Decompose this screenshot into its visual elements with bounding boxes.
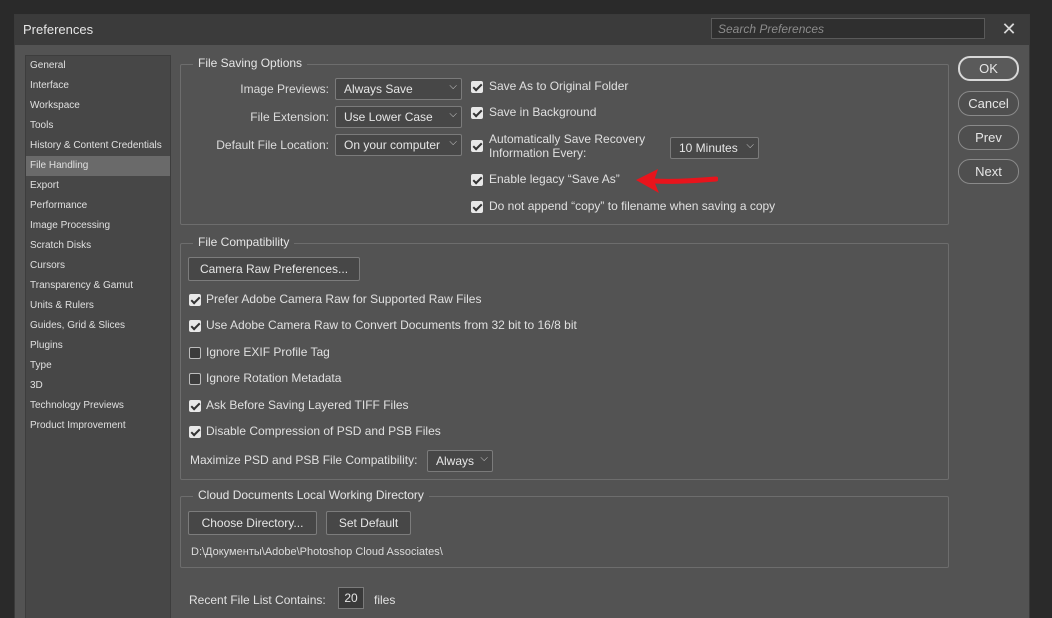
save-background-label: Save in Background	[489, 105, 597, 119]
sidebar-item-tools[interactable]: Tools	[26, 116, 170, 136]
preferences-dialog: Preferences Search Preferences ✕ General…	[14, 14, 1030, 618]
chevron-down-icon: ⌵	[449, 109, 457, 120]
default-location-value: On your computer	[344, 138, 441, 152]
cloud-directory-path: D:\Документы\Adobe\Photoshop Cloud Assoc…	[191, 546, 443, 558]
ask-tiff-label: Ask Before Saving Layered TIFF Files	[206, 398, 409, 412]
choose-directory-button[interactable]: Choose Directory...	[188, 511, 317, 535]
sidebar-item-product-improvement[interactable]: Product Improvement	[26, 416, 170, 436]
sidebar-item-image-processing[interactable]: Image Processing	[26, 216, 170, 236]
camera-raw-preferences-button[interactable]: Camera Raw Preferences...	[188, 257, 360, 281]
file-extension-value: Use Lower Case	[344, 110, 433, 124]
sidebar-item-guides[interactable]: Guides, Grid & Slices	[26, 316, 170, 336]
recent-file-list-label: Recent File List Contains:	[189, 593, 326, 607]
close-icon[interactable]: ✕	[997, 18, 1021, 40]
sidebar-item-technology-previews[interactable]: Technology Previews	[26, 396, 170, 416]
recent-file-count-input[interactable]: 20	[338, 587, 364, 609]
sidebar-item-plugins[interactable]: Plugins	[26, 336, 170, 356]
no-copy-append-label: Do not append “copy” to filename when sa…	[489, 199, 776, 213]
save-original-folder-checkbox[interactable]	[471, 81, 483, 93]
ignore-exif-checkbox[interactable]	[189, 347, 201, 359]
sidebar-item-scratch-disks[interactable]: Scratch Disks	[26, 236, 170, 256]
cancel-button[interactable]: Cancel	[958, 91, 1019, 116]
chevron-down-icon: ⌵	[746, 140, 754, 151]
auto-save-line1: Automatically Save Recovery	[489, 132, 646, 146]
cloud-documents-title: Cloud Documents Local Working Directory	[193, 488, 429, 502]
auto-save-interval-value: 10 Minutes	[679, 141, 738, 155]
annotation-arrow-icon	[636, 169, 718, 193]
sidebar-item-export[interactable]: Export	[26, 176, 170, 196]
title-bar: Preferences Search Preferences ✕	[15, 15, 1029, 45]
sidebar-item-file-handling[interactable]: File Handling	[26, 156, 170, 176]
sidebar-item-general[interactable]: General	[26, 56, 170, 76]
no-copy-append-checkbox[interactable]	[471, 201, 483, 213]
dialog-title: Preferences	[23, 22, 94, 37]
preferences-sidebar: General Interface Workspace Tools Histor…	[25, 55, 171, 618]
sidebar-item-type[interactable]: Type	[26, 356, 170, 376]
prefer-acr-checkbox[interactable]	[189, 294, 201, 306]
save-original-folder-label: Save As to Original Folder	[489, 79, 629, 93]
recent-file-unit-label: files	[374, 593, 396, 607]
search-preferences-input[interactable]: Search Preferences	[711, 18, 985, 39]
save-background-checkbox[interactable]	[471, 107, 483, 119]
auto-save-line2: Information Every:	[489, 146, 587, 160]
prefer-acr-label: Prefer Adobe Camera Raw for Supported Ra…	[206, 292, 482, 306]
use-acr-convert-label: Use Adobe Camera Raw to Convert Document…	[206, 318, 577, 332]
ignore-rotation-label: Ignore Rotation Metadata	[206, 371, 342, 385]
sidebar-item-cursors[interactable]: Cursors	[26, 256, 170, 276]
file-extension-select[interactable]: Use Lower Case ⌵	[335, 106, 462, 128]
prev-button[interactable]: Prev	[958, 125, 1019, 150]
sidebar-item-interface[interactable]: Interface	[26, 76, 170, 96]
ignore-rotation-checkbox[interactable]	[189, 373, 201, 385]
ok-button[interactable]: OK	[958, 56, 1019, 81]
chevron-down-icon: ⌵	[449, 81, 457, 92]
maximize-compat-select[interactable]: Always ⌵	[427, 450, 493, 472]
disable-compression-checkbox[interactable]	[189, 426, 201, 438]
file-saving-options-title: File Saving Options	[193, 56, 308, 70]
file-compatibility-title: File Compatibility	[193, 235, 295, 249]
default-location-label: Default File Location:	[216, 138, 329, 152]
sidebar-item-units[interactable]: Units & Rulers	[26, 296, 170, 316]
maximize-compat-value: Always	[436, 454, 475, 468]
ask-tiff-checkbox[interactable]	[189, 400, 201, 412]
file-extension-label: File Extension:	[250, 110, 329, 124]
auto-save-recovery-checkbox[interactable]	[471, 140, 483, 152]
image-previews-value: Always Save	[344, 82, 413, 96]
chevron-down-icon: ⌵	[480, 453, 488, 464]
default-location-select[interactable]: On your computer ⌵	[335, 134, 462, 156]
next-button[interactable]: Next	[958, 159, 1019, 184]
legacy-save-as-checkbox[interactable]	[471, 174, 483, 186]
set-default-button[interactable]: Set Default	[326, 511, 411, 535]
auto-save-interval-select[interactable]: 10 Minutes ⌵	[670, 137, 759, 159]
legacy-save-as-label: Enable legacy “Save As”	[489, 172, 620, 186]
sidebar-item-workspace[interactable]: Workspace	[26, 96, 170, 116]
sidebar-item-performance[interactable]: Performance	[26, 196, 170, 216]
sidebar-item-history[interactable]: History & Content Credentials	[26, 136, 170, 156]
disable-compression-label: Disable Compression of PSD and PSB Files	[206, 424, 441, 438]
sidebar-item-3d[interactable]: 3D	[26, 376, 170, 396]
image-previews-select[interactable]: Always Save ⌵	[335, 78, 462, 100]
use-acr-convert-checkbox[interactable]	[189, 320, 201, 332]
maximize-compat-label: Maximize PSD and PSB File Compatibility:	[190, 453, 418, 467]
sidebar-item-transparency[interactable]: Transparency & Gamut	[26, 276, 170, 296]
image-previews-label: Image Previews:	[240, 82, 329, 96]
chevron-down-icon: ⌵	[449, 137, 457, 148]
ignore-exif-label: Ignore EXIF Profile Tag	[206, 345, 330, 359]
